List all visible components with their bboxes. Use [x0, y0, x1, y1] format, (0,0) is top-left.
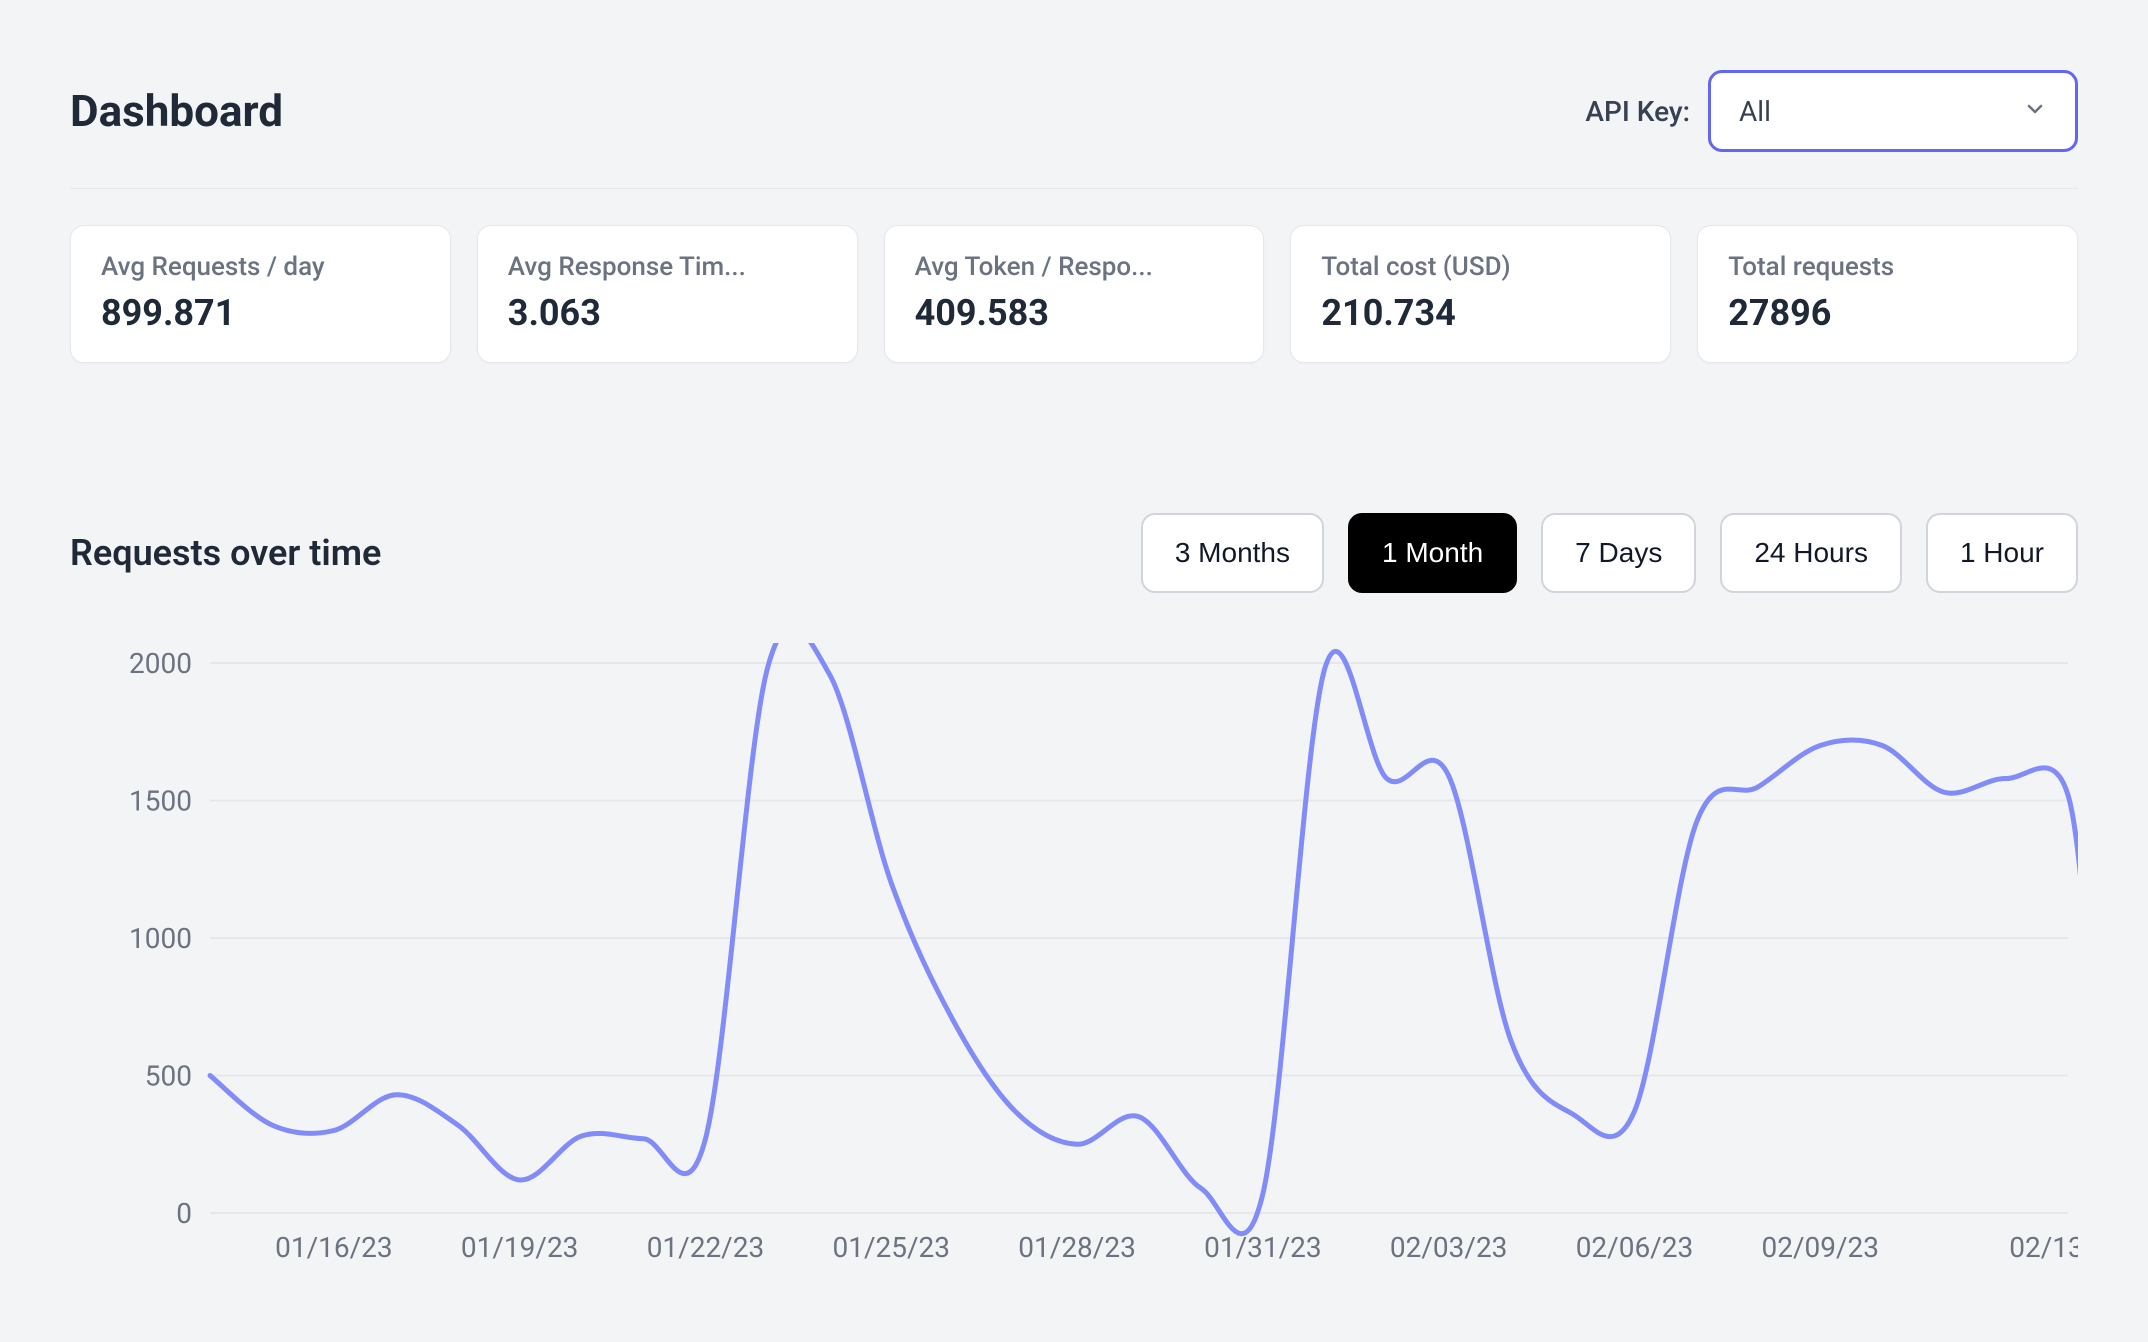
- metric-label: Avg Response Tim...: [508, 252, 827, 282]
- chart-container: 0 500 1000 1500 2000 01/16/23 01/19/23 01/22/23…: [70, 643, 2078, 1283]
- metric-label: Avg Token / Respo...: [915, 252, 1234, 282]
- metric-value: 899.871: [101, 292, 420, 334]
- range-button-1-hour[interactable]: 1 Hour: [1926, 513, 2078, 593]
- metric-label: Total requests: [1728, 252, 2047, 282]
- range-button-1-month[interactable]: 1 Month: [1348, 513, 1517, 593]
- api-key-label: API Key:: [1585, 95, 1690, 128]
- svg-text:01/22/23: 01/22/23: [647, 1231, 765, 1264]
- api-key-filter: API Key: All: [1585, 70, 2078, 152]
- svg-text:02/06/23: 02/06/23: [1576, 1231, 1694, 1264]
- svg-text:01/28/23: 01/28/23: [1018, 1231, 1136, 1264]
- metric-cards: Avg Requests / day 899.871 Avg Response …: [70, 225, 2078, 363]
- metric-card-total-cost: Total cost (USD) 210.734: [1290, 225, 1671, 363]
- metric-value: 27896: [1728, 292, 2047, 334]
- svg-text:1000: 1000: [129, 922, 192, 955]
- metric-value: 3.063: [508, 292, 827, 334]
- page-title: Dashboard: [70, 85, 283, 137]
- svg-text:01/16/23: 01/16/23: [275, 1231, 393, 1264]
- metric-value: 409.583: [915, 292, 1234, 334]
- metric-label: Total cost (USD): [1321, 252, 1640, 282]
- metric-label: Avg Requests / day: [101, 252, 420, 282]
- svg-text:01/25/23: 01/25/23: [833, 1231, 951, 1264]
- range-buttons: 3 Months 1 Month 7 Days 24 Hours 1 Hour: [1141, 513, 2078, 593]
- svg-text:02/13/23: 02/13/23: [2009, 1231, 2078, 1264]
- chevron-down-icon: [2023, 95, 2047, 128]
- api-key-selected-value: All: [1739, 95, 1771, 128]
- chart-section: Requests over time 3 Months 1 Month 7 Days…: [70, 513, 2078, 1283]
- svg-text:1500: 1500: [129, 785, 192, 818]
- svg-text:02/03/23: 02/03/23: [1390, 1231, 1508, 1264]
- metric-card-total-requests: Total requests 27896: [1697, 225, 2078, 363]
- chart-title: Requests over time: [70, 532, 381, 574]
- svg-text:500: 500: [145, 1060, 192, 1093]
- svg-text:02/09/23: 02/09/23: [1762, 1231, 1880, 1264]
- svg-text:0: 0: [176, 1197, 192, 1230]
- page-header: Dashboard API Key: All: [70, 70, 2078, 189]
- metric-card-avg-token: Avg Token / Respo... 409.583: [884, 225, 1265, 363]
- metric-value: 210.734: [1321, 292, 1640, 334]
- requests-line-chart: 0 500 1000 1500 2000 01/16/23 01/19/23 01/22/23…: [70, 643, 2078, 1283]
- range-button-3-months[interactable]: 3 Months: [1141, 513, 1324, 593]
- metric-card-avg-requests: Avg Requests / day 899.871: [70, 225, 451, 363]
- metric-card-avg-response-time: Avg Response Tim... 3.063: [477, 225, 858, 363]
- svg-text:01/19/23: 01/19/23: [461, 1231, 579, 1264]
- api-key-select[interactable]: All: [1708, 70, 2078, 152]
- range-button-24-hours[interactable]: 24 Hours: [1720, 513, 1902, 593]
- chart-header: Requests over time 3 Months 1 Month 7 Days…: [70, 513, 2078, 593]
- range-button-7-days[interactable]: 7 Days: [1541, 513, 1696, 593]
- svg-text:2000: 2000: [129, 647, 192, 680]
- svg-text:01/31/23: 01/31/23: [1204, 1231, 1322, 1264]
